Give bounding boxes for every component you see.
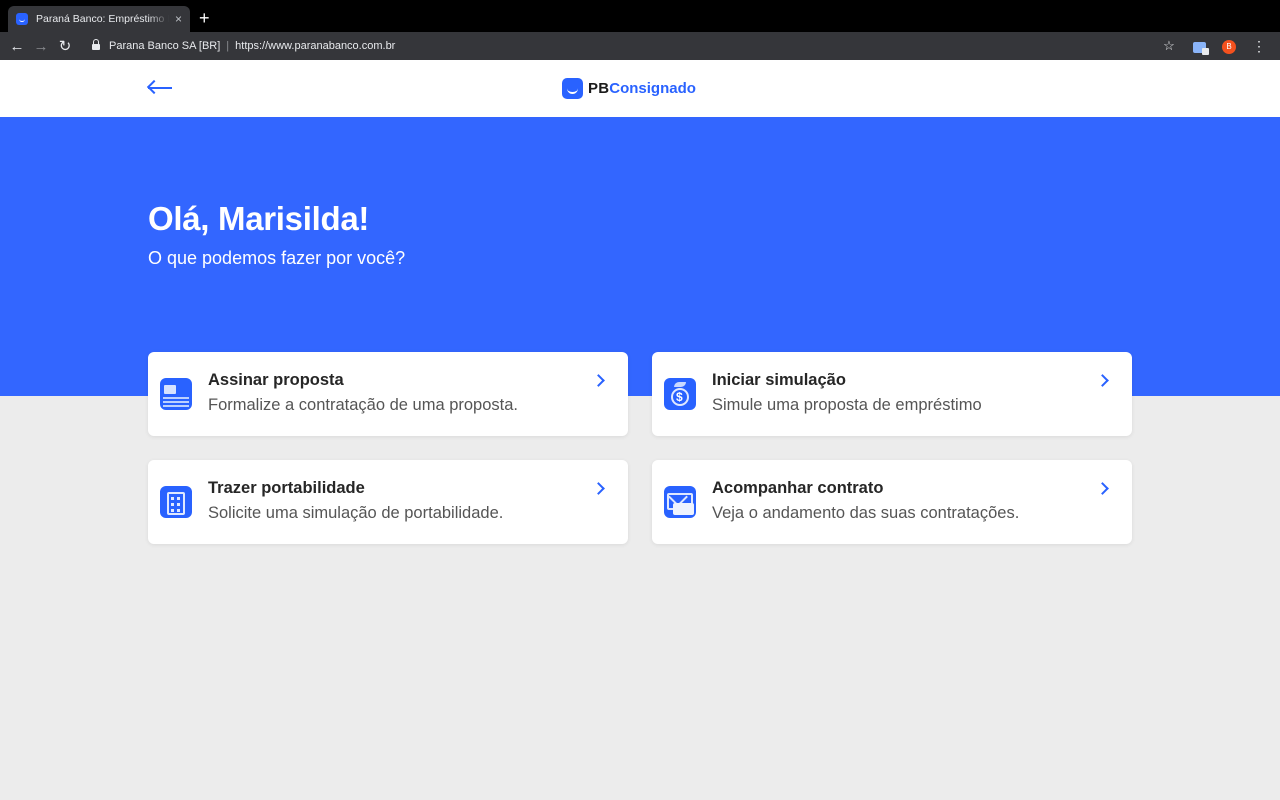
chevron-right-icon (592, 482, 605, 495)
card-acompanhar-contrato[interactable]: Acompanhar contrato Veja o andamento das… (652, 460, 1132, 544)
close-tab-icon[interactable]: × (175, 12, 182, 26)
reload-icon[interactable]: ↻ (53, 37, 77, 55)
money-icon: $ (664, 378, 696, 410)
translate-icon[interactable] (1184, 39, 1214, 55)
envelope-icon (664, 486, 696, 518)
profile-initial: B (1222, 39, 1236, 54)
card-title: Acompanhar contrato (712, 479, 884, 497)
site-identity: Parana Banco SA [BR] (109, 40, 221, 52)
card-title: Iniciar simulação (712, 371, 846, 389)
chevron-right-icon (1096, 482, 1109, 495)
bookmark-star-icon[interactable]: ☆ (1154, 38, 1184, 54)
profile-avatar[interactable]: B (1214, 38, 1244, 54)
new-tab-icon[interactable]: + (199, 8, 210, 28)
logo-pb: PB (588, 79, 610, 97)
document-icon (160, 378, 192, 410)
card-description: Veja o andamento das suas contratações. (712, 504, 1020, 522)
card-description: Formalize a contratação de uma proposta. (208, 396, 518, 414)
logo-consignado: Consignado (609, 79, 696, 97)
site-header: PB Consignado (0, 60, 1280, 117)
favicon-icon (16, 13, 28, 25)
greeting-heading: Olá, Marisilda! (148, 200, 370, 237)
card-iniciar-simulacao[interactable]: $ Iniciar simulação Simule uma proposta … (652, 352, 1132, 436)
lock-icon[interactable] (92, 39, 100, 51)
tab-title: Paraná Banco: Empréstimo Pessoal (36, 13, 169, 25)
pb-consignado-logo[interactable]: PB Consignado (562, 77, 696, 99)
card-description: Simule uma proposta de empréstimo (712, 396, 982, 414)
card-description: Solicite uma simulação de portabilidade. (208, 504, 504, 522)
address-bar[interactable]: Parana Banco SA [BR] | https://www.paran… (86, 36, 1136, 56)
kebab-menu-icon[interactable]: ⋮ (1244, 38, 1274, 55)
back-icon[interactable]: ← (5, 38, 29, 55)
smile-logo-icon (562, 77, 583, 99)
back-arrow-icon[interactable] (146, 76, 174, 100)
chevron-right-icon (592, 374, 605, 387)
toolbar-actions: ☆ B ⋮ (1154, 36, 1274, 56)
browser-toolbar: ← → ↻ Parana Banco SA [BR] | https://www… (0, 32, 1280, 60)
browser-tab-strip: Paraná Banco: Empréstimo Pessoal × + (0, 0, 1280, 32)
address-separator: | (226, 40, 230, 52)
card-title: Assinar proposta (208, 371, 344, 389)
browser-tab[interactable]: Paraná Banco: Empréstimo Pessoal × (8, 6, 190, 32)
building-icon (160, 486, 192, 518)
chevron-right-icon (1096, 374, 1109, 387)
card-title: Trazer portabilidade (208, 479, 365, 497)
url-text[interactable]: https://www.paranabanco.com.br (235, 40, 395, 52)
card-trazer-portabilidade[interactable]: Trazer portabilidade Solicite uma simula… (148, 460, 628, 544)
card-assinar-proposta[interactable]: Assinar proposta Formalize a contratação… (148, 352, 628, 436)
hero-subtitle: O que podemos fazer por você? (148, 248, 406, 268)
forward-icon[interactable]: → (29, 38, 53, 55)
